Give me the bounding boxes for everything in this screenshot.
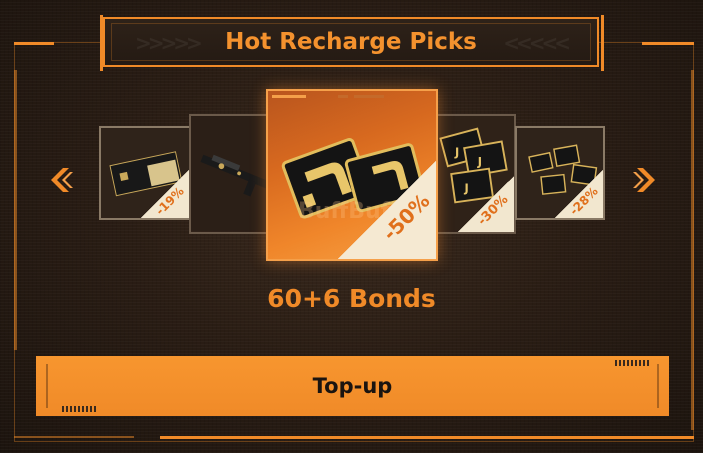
frame-accent [160, 436, 694, 439]
carousel-item[interactable]: J J J -30% [432, 114, 516, 234]
prev-arrow-button[interactable] [51, 166, 73, 194]
frame-accent [14, 436, 134, 438]
frame-accent [691, 70, 694, 430]
chevron-left-icon [51, 168, 73, 192]
frame-accent [14, 42, 54, 45]
page-title: Hot Recharge Picks [225, 29, 477, 55]
decor-chevrons: >>>>> [135, 31, 203, 55]
next-arrow-button[interactable] [633, 166, 655, 194]
decor-chevrons: <<<<< [503, 31, 571, 55]
selected-item-label: 60+6 Bonds [267, 284, 436, 313]
chevron-right-icon [633, 168, 655, 192]
carousel-item[interactable]: -19% [99, 126, 191, 220]
carousel-item-selected[interactable]: BuffBuff -50% [266, 89, 438, 261]
frame-accent [642, 42, 694, 45]
decor-notch [62, 406, 96, 412]
svg-text:J: J [454, 145, 459, 159]
carousel-item[interactable]: -28% [515, 126, 605, 220]
decor-notch [615, 360, 649, 366]
title-plate: >>>>> <<<<< Hot Recharge Picks [103, 17, 599, 67]
card-rifle-image [191, 116, 277, 231]
svg-text:J: J [477, 155, 482, 169]
topup-button-label: Top-up [312, 374, 393, 398]
topup-button[interactable]: Top-up [36, 356, 669, 416]
title-bracket-left [100, 15, 108, 71]
recharge-panel: >>>>> <<<<< Hot Recharge Picks -19% J J … [0, 0, 703, 453]
title-bracket-right [596, 15, 604, 71]
